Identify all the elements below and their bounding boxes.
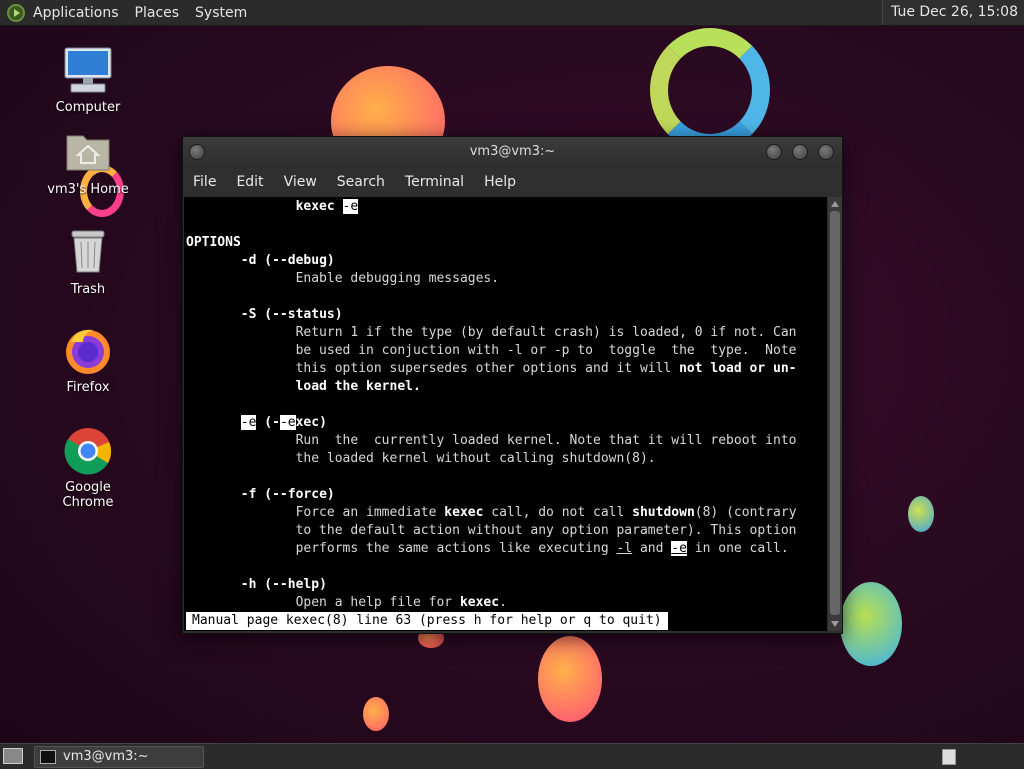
menu-system[interactable]: System <box>195 5 247 21</box>
man-line: kexec -e <box>295 199 359 214</box>
window-title: vm3@vm3:~ <box>469 144 556 159</box>
man-desc: the loaded kernel without calling shutdo… <box>295 451 656 466</box>
scroll-down-arrow-icon[interactable] <box>831 621 839 627</box>
man-option: -e (--exec) <box>240 415 327 430</box>
man-desc: Force an immediate kexec call, do not ca… <box>295 505 797 520</box>
desktop-icon-computer[interactable]: Computer <box>38 46 138 115</box>
window-menu-button[interactable] <box>189 144 205 160</box>
workspace-switcher[interactable] <box>942 749 956 765</box>
desktop-icon-label: Firefox <box>66 380 110 395</box>
man-option: -S (--status) <box>240 307 343 322</box>
man-option: -h (--help) <box>240 577 327 592</box>
desktop-icon-label: Google Chrome <box>62 480 114 510</box>
man-status-line: Manual page kexec(8) line 63 (press h fo… <box>186 612 668 630</box>
home-folder-icon <box>63 128 113 178</box>
desktop-icon-label: vm3's Home <box>47 182 129 197</box>
menu-terminal[interactable]: Terminal <box>405 174 464 190</box>
man-desc: be used in conjuction with -l or -p to t… <box>295 343 797 358</box>
firefox-icon <box>63 326 113 376</box>
man-option: -d (--debug) <box>240 253 335 268</box>
desktop-icon-label: Computer <box>55 100 121 115</box>
terminal-window[interactable]: vm3@vm3:~ File Edit View Search Terminal… <box>182 136 843 634</box>
wallpaper-bottom-orb <box>538 636 602 722</box>
man-desc: Return 1 if the type (by default crash) … <box>295 325 797 340</box>
menu-applications[interactable]: Applications <box>33 5 119 21</box>
bottom-taskbar: vm3@vm3:~ <box>0 743 1024 769</box>
minimize-button[interactable] <box>766 144 782 160</box>
wallpaper-ring <box>650 28 770 152</box>
terminal-output[interactable]: kexec -e OPTIONS -d (--debug) Enable deb… <box>184 197 827 631</box>
desktop-icon-chrome[interactable]: Google Chrome <box>38 426 138 510</box>
man-desc: Open a help file for kexec. <box>295 595 507 610</box>
trash-icon <box>63 228 113 278</box>
close-button[interactable] <box>818 144 834 160</box>
terminal-scrollbar[interactable] <box>828 197 842 631</box>
man-desc: Run the currently loaded kernel. Note th… <box>295 433 797 448</box>
man-option: -f (--force) <box>240 487 335 502</box>
taskbar-window-terminal[interactable]: vm3@vm3:~ <box>34 746 204 768</box>
man-desc: load the kernel. <box>295 379 421 394</box>
menu-search[interactable]: Search <box>337 174 385 190</box>
show-desktop-icon[interactable] <box>3 748 23 764</box>
desktop-icon-label: Trash <box>70 282 106 297</box>
scrollbar-thumb[interactable] <box>830 211 840 615</box>
terminal-titlebar[interactable]: vm3@vm3:~ <box>183 137 842 167</box>
top-panel: Applications Places System Tue Dec 26, 1… <box>0 0 1024 26</box>
desktop-icon-home[interactable]: vm3's Home <box>38 128 138 197</box>
chrome-icon <box>63 426 113 476</box>
menu-places[interactable]: Places <box>135 5 180 21</box>
computer-icon <box>63 46 113 96</box>
terminal-menubar: File Edit View Search Terminal Help <box>183 167 842 197</box>
man-desc: this option supersedes other options and… <box>295 361 797 376</box>
wallpaper-small-orb <box>363 697 389 731</box>
wallpaper-green-blue-orb <box>840 582 902 666</box>
clock[interactable]: Tue Dec 26, 15:08 <box>882 0 1024 25</box>
scroll-up-arrow-icon[interactable] <box>831 201 839 207</box>
man-section-header: OPTIONS <box>186 235 241 250</box>
man-desc: Enable debugging messages. <box>295 271 500 286</box>
desktop-icon-firefox[interactable]: Firefox <box>38 326 138 395</box>
desktop-icon-trash[interactable]: Trash <box>38 228 138 297</box>
menu-file[interactable]: File <box>193 174 216 190</box>
menu-edit[interactable]: Edit <box>236 174 263 190</box>
man-desc: to the default action without any option… <box>295 523 797 538</box>
wallpaper-tiny-orb <box>908 496 934 532</box>
maximize-button[interactable] <box>792 144 808 160</box>
taskbar-window-label: vm3@vm3:~ <box>63 749 149 764</box>
menu-help[interactable]: Help <box>484 174 516 190</box>
distro-logo-icon[interactable] <box>7 3 25 22</box>
terminal-icon <box>40 750 56 764</box>
menu-view[interactable]: View <box>284 174 317 190</box>
man-desc: performs the same actions like executing… <box>295 541 789 556</box>
